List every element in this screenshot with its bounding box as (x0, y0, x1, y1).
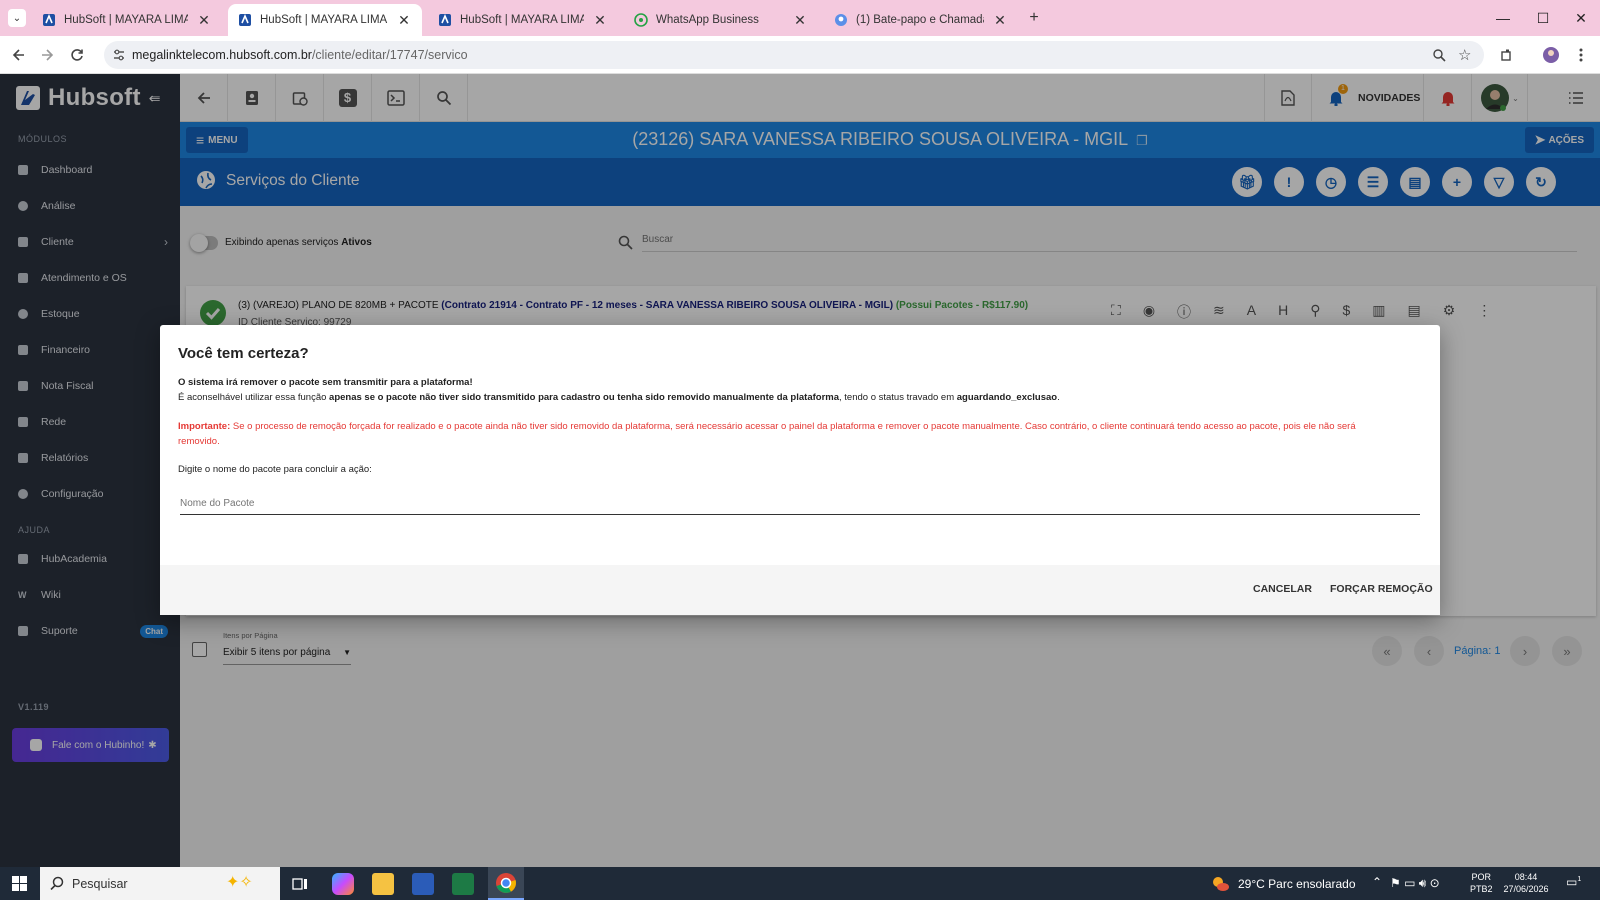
reload-icon[interactable] (64, 42, 90, 68)
dialog-warning: O sistema irá remover o pacote sem trans… (178, 375, 1398, 405)
tab-label: WhatsApp Business (656, 14, 759, 26)
whatsapp-icon (634, 13, 648, 27)
url-path: /cliente/editar/17747/servico (311, 48, 468, 62)
maximize-icon[interactable]: ☐ (1528, 6, 1558, 30)
clock-time: 08:44 (1514, 872, 1538, 882)
window-close-icon[interactable]: ✕ (1566, 6, 1596, 30)
close-icon[interactable]: ✕ (196, 12, 212, 29)
force-remove-button[interactable]: FORÇAR REMOÇÃO (1330, 583, 1433, 595)
system-tray-icons[interactable]: ⚑ ▭ 🔊︎ ⊙ (1390, 876, 1440, 891)
browser-tab-bar: ⌄ HubSoft | MAYARA LIMA DE OL ✕ HubSoft … (0, 0, 1600, 36)
chat-favicon-icon (834, 13, 848, 27)
important-text: Se o processo de remoção forçada for rea… (178, 421, 1356, 447)
tab-label: (1) Bate-papo e Chamadas (856, 14, 984, 26)
important-label: Importante: (178, 421, 231, 432)
word-app-icon[interactable] (412, 873, 434, 895)
confirm-remove-dialog: Você tem certeza? O sistema irá remover … (160, 325, 1440, 615)
profile-avatar-icon[interactable] (1538, 42, 1564, 68)
tab-label: HubSoft | MAYARA LIMA DE OL (260, 14, 388, 26)
hubsoft-favicon-icon (438, 13, 452, 27)
chevron-up-icon[interactable]: ⌃ (1372, 875, 1382, 889)
language-indicator[interactable]: POR PTB2 (1470, 871, 1493, 895)
package-name-input[interactable] (180, 493, 1420, 515)
dialog-line2-pre: É aconselhável utilizar essa função (178, 392, 330, 403)
taskbar-search-label: Pesquisar (72, 876, 128, 891)
url-host: megalinktelecom.hubsoft.com.br (132, 48, 312, 62)
windows-start-icon[interactable] (12, 876, 27, 891)
site-info-icon[interactable] (112, 48, 126, 62)
zoom-icon[interactable] (1432, 48, 1446, 62)
clock-date: 27/06/2026 (1503, 884, 1549, 894)
dialog-line2-end: . (1057, 392, 1060, 403)
clock[interactable]: 08:44 27/06/2026 (1500, 871, 1552, 895)
close-icon[interactable]: ✕ (396, 12, 412, 29)
browser-menu-icon[interactable] (1568, 42, 1594, 68)
keyboard-layout: PTB2 (1470, 884, 1493, 894)
windows-taskbar: Pesquisar ✦✧ 29°C Parc ensolarado ⌃ ⚑ ▭ … (0, 867, 1600, 900)
new-tab-plus-icon[interactable]: + (1024, 8, 1044, 28)
close-icon[interactable]: ✕ (792, 12, 808, 29)
extensions-icon[interactable] (1494, 42, 1520, 68)
browser-tab-2-active[interactable]: HubSoft | MAYARA LIMA DE OL ✕ (228, 4, 422, 36)
tab-label: HubSoft | MAYARA LIMA DE OL (64, 14, 188, 26)
bookmark-star-icon[interactable]: ☆ (1458, 46, 1471, 64)
cancel-button[interactable]: CANCELAR (1253, 583, 1312, 595)
dialog-line2-bold: apenas se o pacote não tiver sido transm… (329, 392, 839, 403)
browser-tab-5[interactable]: (1) Bate-papo e Chamadas ✕ (824, 4, 1018, 36)
dialog-line1: O sistema irá remover o pacote sem trans… (178, 377, 473, 388)
browser-tab-4[interactable]: WhatsApp Business ✕ (624, 4, 818, 36)
dialog-status: aguardando_exclusao (956, 392, 1058, 403)
dialog-actions: CANCELAR FORÇAR REMOÇÃO (160, 565, 1440, 615)
url-bar[interactable]: megalinktelecom.hubsoft.com.br/cliente/e… (104, 41, 1484, 69)
dialog-prompt: Digite o nome do pacote para concluir a … (178, 464, 372, 475)
close-icon[interactable]: ✕ (992, 12, 1008, 29)
language-code: POR (1471, 872, 1492, 882)
dialog-line2-mid: , tendo o status travado em (839, 392, 957, 403)
tab-label: HubSoft | MAYARA LIMA DE OL (460, 14, 584, 26)
notification-badge: 1 (1577, 876, 1582, 883)
chrome-icon (496, 873, 516, 893)
browser-tab-1[interactable]: HubSoft | MAYARA LIMA DE OL ✕ (32, 4, 222, 36)
copilot-app-icon[interactable] (332, 873, 354, 895)
tab-list-chevron-icon[interactable]: ⌄ (8, 9, 26, 27)
browser-back-icon[interactable] (6, 42, 32, 68)
weather-icon[interactable] (1210, 874, 1230, 894)
browser-forward-icon[interactable] (34, 42, 60, 68)
notification-center-icon[interactable]: ▭1 (1566, 875, 1581, 889)
taskbar-search[interactable]: Pesquisar ✦✧ (40, 867, 280, 900)
excel-app-icon[interactable] (452, 873, 474, 895)
browser-tab-3[interactable]: HubSoft | MAYARA LIMA DE OL ✕ (428, 4, 618, 36)
search-icon (50, 876, 64, 890)
dialog-important: Importante: Se o processo de remoção for… (178, 419, 1398, 449)
dialog-title: Você tem certeza? (178, 345, 309, 362)
close-icon[interactable]: ✕ (592, 12, 608, 29)
minimize-icon[interactable]: — (1488, 6, 1518, 30)
sparkles-icon: ✦✧ (226, 874, 253, 891)
file-explorer-icon[interactable] (372, 873, 394, 895)
browser-address-bar: megalinktelecom.hubsoft.com.br/cliente/e… (0, 36, 1600, 74)
hubsoft-favicon-icon (42, 13, 56, 27)
task-view-icon[interactable] (292, 876, 308, 892)
chrome-app-active[interactable] (488, 867, 524, 900)
hubsoft-favicon-icon (238, 13, 252, 27)
weather-text: 29°C Parc ensolarado (1238, 877, 1356, 891)
